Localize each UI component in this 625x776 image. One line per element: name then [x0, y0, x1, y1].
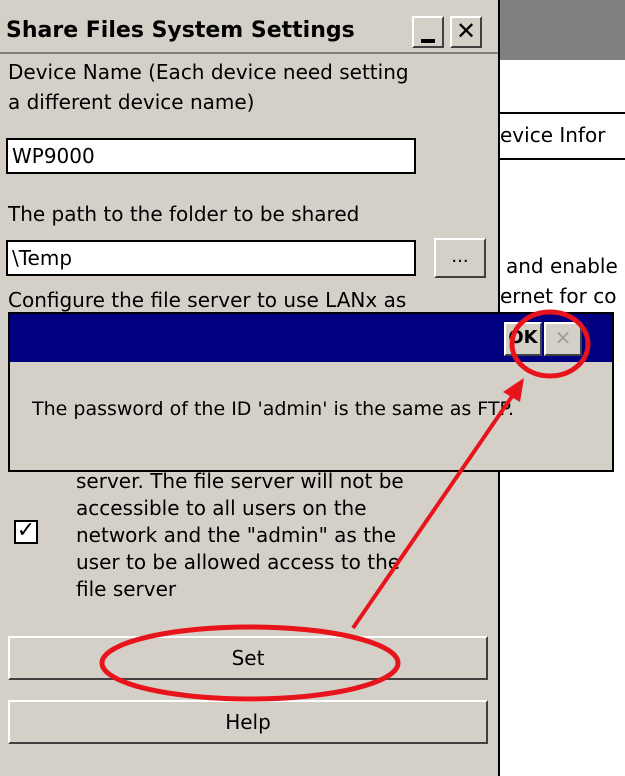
device-name-label-line-1: Device Name (Each device need setting: [8, 60, 409, 84]
help-button[interactable]: Help: [8, 700, 488, 744]
minimize-button[interactable]: [412, 16, 444, 48]
browse-button[interactable]: ...: [434, 238, 486, 278]
window-titlebar: Share Files System Settings ✕: [0, 12, 498, 54]
close-button[interactable]: ✕: [450, 16, 482, 48]
tab-device-information[interactable]: evice Infor: [500, 112, 625, 160]
ok-button[interactable]: OK: [504, 322, 542, 356]
message-dialog: OK ✕ The password of the ID 'admin' is t…: [8, 312, 614, 472]
close-icon: ✕: [554, 326, 572, 350]
tab-label: evice Infor: [500, 123, 606, 147]
shared-path-label: The path to the folder to be shared: [8, 202, 360, 226]
background-text-line-1: and enable: [506, 254, 618, 278]
dialog-message: The password of the ID 'admin' is the sa…: [32, 398, 515, 420]
background-text-line-2: ernet for co: [500, 284, 617, 308]
checkmark-icon: ✓: [16, 518, 36, 543]
device-name-label-line-2: a different device name): [8, 90, 255, 114]
description-line: server. The file server will not be: [76, 469, 404, 493]
configure-label: Configure the file server to use LANx as: [8, 288, 407, 312]
device-name-input[interactable]: WP9000: [6, 138, 416, 174]
minimize-icon: [421, 39, 435, 43]
description-line: network and the "admin" as the: [76, 523, 397, 547]
background-titlebar: [500, 0, 625, 60]
set-button[interactable]: Set: [8, 636, 488, 680]
window-title: Share Files System Settings: [6, 18, 355, 43]
shared-path-input[interactable]: \Temp: [6, 240, 416, 276]
description-line: accessible to all users on the: [76, 496, 367, 520]
access-checkbox[interactable]: ✓: [14, 520, 38, 544]
close-icon: ✕: [455, 17, 477, 45]
description-line: file server: [76, 577, 177, 601]
dialog-titlebar: OK ✕: [10, 314, 612, 362]
dialog-close-button[interactable]: ✕: [544, 322, 582, 356]
description-line: user to be allowed access to the: [76, 550, 401, 574]
access-description: server. The file server will not be acce…: [76, 468, 476, 603]
